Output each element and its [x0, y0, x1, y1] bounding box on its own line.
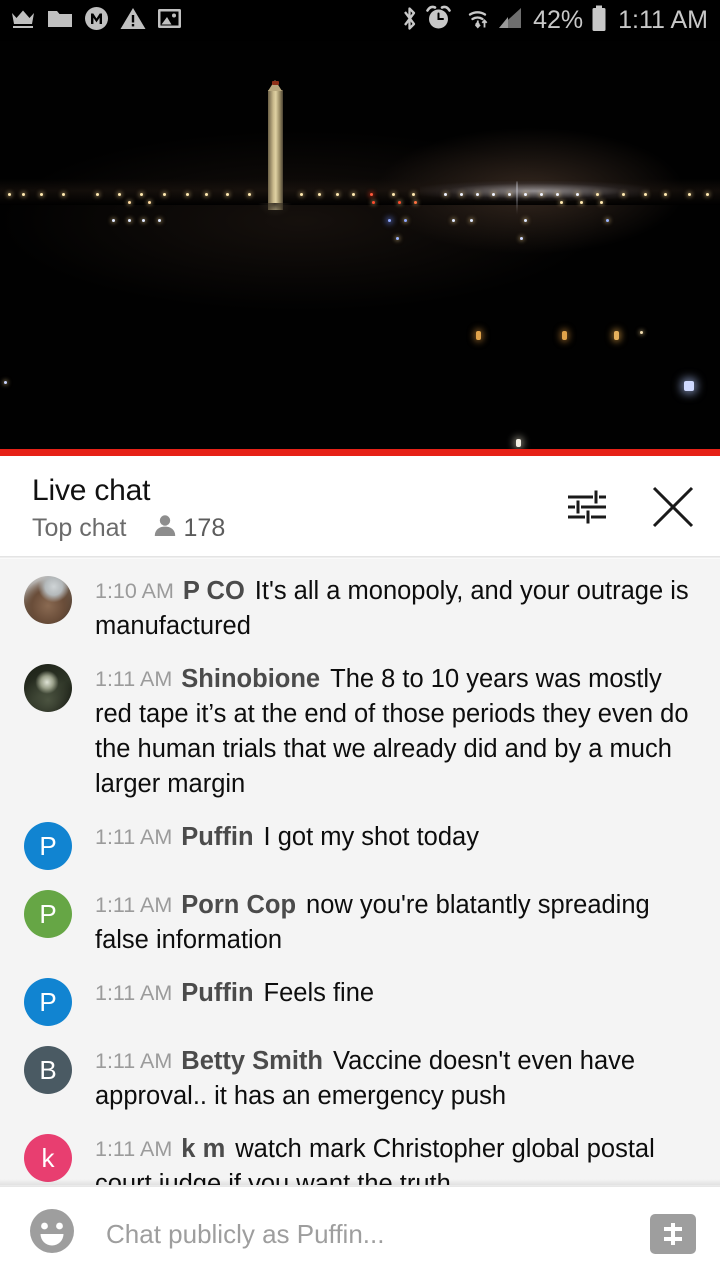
message-text: watch mark Christopher global postal cou… — [95, 1135, 655, 1185]
chat-message-body: 1:11 AM Porn Cop now you're blatantly spre… — [95, 888, 700, 958]
chat-message-list[interactable]: 1:10 AM P CO It's all a monopoly, and your… — [0, 559, 720, 1185]
image-icon — [157, 7, 182, 35]
message-timestamp: 1:11 AM — [95, 1049, 173, 1073]
bottom-light-row — [0, 439, 720, 447]
chat-mode-label[interactable]: Top chat — [32, 513, 127, 543]
m-circle-icon — [84, 6, 109, 36]
message-author[interactable]: Puffin — [181, 823, 253, 851]
crown-icon — [10, 7, 36, 34]
foreground-light-row — [0, 219, 720, 225]
message-timestamp: 1:11 AM — [95, 1137, 173, 1161]
chat-message[interactable]: B 1:11 AM Betty Smith Vaccine doesn't even… — [0, 1035, 720, 1123]
message-author[interactable]: Betty Smith — [181, 1047, 323, 1075]
chat-header-subtitle: Top chat 178 — [32, 513, 225, 543]
avatar[interactable]: B — [24, 1046, 72, 1094]
viewer-count-group: 178 — [153, 513, 226, 543]
message-timestamp: 1:11 AM — [95, 667, 173, 691]
clock-label: 1:11 AM — [618, 6, 708, 34]
chat-message-body: 1:11 AM Betty Smith Vaccine doesn't even h… — [95, 1044, 700, 1114]
video-progress-bar[interactable] — [0, 449, 720, 456]
chat-message-body: 1:11 AM Puffin I got my shot today — [95, 820, 700, 855]
chat-input[interactable]: Chat publicly as Puffin... — [106, 1217, 650, 1251]
avatar[interactable]: P — [24, 890, 72, 938]
avatar[interactable]: k — [24, 1134, 72, 1182]
message-author[interactable]: Porn Cop — [181, 891, 296, 919]
avatar[interactable]: P — [24, 822, 72, 870]
chat-message-body: 1:11 AM k m watch mark Christopher global … — [95, 1132, 700, 1185]
message-author[interactable]: k m — [181, 1135, 225, 1163]
dollar-superchat-icon[interactable] — [650, 1213, 696, 1254]
status-bar-system-icons: 42% 1:11 AM — [401, 0, 708, 41]
wifi-icon — [459, 6, 489, 36]
message-timestamp: 1:11 AM — [95, 981, 173, 1005]
chat-message-body: 1:10 AM P CO It's all a monopoly, and your… — [95, 574, 700, 644]
composer-divider — [0, 1179, 720, 1187]
avatar[interactable] — [24, 664, 72, 712]
live-chat-header: Live chat Top chat 178 — [0, 456, 720, 558]
message-timestamp: 1:10 AM — [95, 579, 174, 603]
chat-header-titles: Live chat Top chat 178 — [32, 472, 225, 543]
video-player[interactable] — [0, 41, 720, 449]
chat-message[interactable]: P 1:11 AM Puffin I got my shot today — [0, 811, 720, 879]
viewer-count-label: 178 — [183, 513, 226, 542]
status-bar-notification-icons — [10, 6, 182, 36]
amber-light-row — [0, 331, 720, 340]
scattered-light-row — [0, 237, 720, 243]
message-author[interactable]: Shinobione — [181, 665, 320, 693]
page-title: Live chat — [32, 473, 151, 507]
bluetooth-icon — [401, 5, 418, 37]
close-x-icon[interactable] — [650, 484, 696, 530]
antenna-tower — [516, 181, 518, 215]
warning-triangle-icon — [120, 7, 146, 35]
chat-message[interactable]: k 1:11 AM k m watch mark Christopher globa… — [0, 1123, 720, 1185]
chat-message-body: 1:11 AM Puffin Feels fine — [95, 976, 700, 1011]
person-icon — [153, 513, 177, 543]
chat-header-actions — [566, 484, 696, 530]
message-timestamp: 1:11 AM — [95, 825, 173, 849]
chat-message[interactable]: 1:10 AM P CO It's all a monopoly, and your… — [0, 565, 720, 653]
tune-sliders-icon[interactable] — [566, 487, 608, 527]
alarm-clock-icon — [426, 5, 451, 36]
avatar[interactable]: P — [24, 978, 72, 1026]
message-text: Vaccine doesn't even have approval.. it … — [95, 1047, 636, 1110]
lower-light-row — [0, 381, 720, 391]
folder-icon — [47, 8, 73, 34]
chat-message-body: 1:11 AM Shinobione The 8 to 10 years was m… — [95, 662, 700, 802]
message-text: now you're blatantly spreading false inf… — [95, 891, 650, 954]
skyline-light-row-mid — [0, 201, 720, 207]
live-chat-screen: 42% 1:11 AM Live chat Top chat 178 1:10 … — [0, 0, 720, 1280]
message-timestamp: 1:11 AM — [95, 893, 173, 917]
chat-message[interactable]: P 1:11 AM Puffin Feels fine — [0, 967, 720, 1035]
avatar[interactable] — [24, 576, 72, 624]
message-text: Feels fine — [263, 979, 375, 1007]
signal-bars-icon — [497, 6, 523, 35]
message-text: I got my shot today — [263, 823, 479, 851]
chat-composer: Chat publicly as Puffin... — [0, 1187, 720, 1280]
chat-message[interactable]: P 1:11 AM Porn Cop now you're blatantly sp… — [0, 879, 720, 967]
washington-monument — [268, 80, 283, 210]
smiley-face-icon[interactable] — [28, 1207, 76, 1260]
message-author[interactable]: Puffin — [181, 979, 253, 1007]
chat-message[interactable]: 1:11 AM Shinobione The 8 to 10 years was m… — [0, 653, 720, 811]
battery-percent-label: 42% — [533, 6, 584, 34]
message-author[interactable]: P CO — [183, 577, 245, 605]
battery-icon — [591, 5, 607, 37]
skyline-light-row-far — [0, 193, 720, 199]
night-sky — [0, 41, 720, 449]
status-bar: 42% 1:11 AM — [0, 0, 720, 41]
